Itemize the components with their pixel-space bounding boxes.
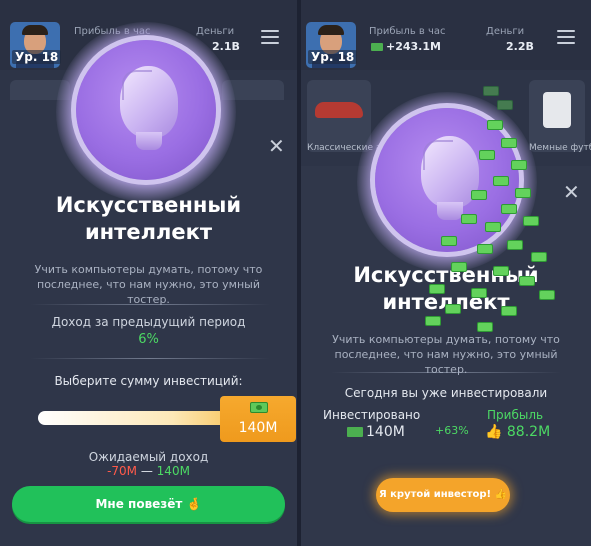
profit-per-hour-label: Прибыль в час (369, 26, 446, 37)
level-badge: Ур. 18 (308, 50, 358, 64)
menu-icon[interactable] (557, 30, 575, 44)
money-value: 2.1B (212, 40, 240, 53)
money-label: Деньги (486, 26, 525, 37)
modal-description: Учить компьютеры думать, потому что посл… (34, 263, 263, 306)
great-investor-button[interactable]: Я крутой инвестор! 👍 (376, 478, 510, 512)
menu-icon[interactable] (261, 30, 279, 44)
income-value: 6% (138, 332, 159, 347)
invested-today-label: Сегодня вы уже инвестировали (344, 386, 548, 400)
expected-income-range: -70M — 140M (0, 464, 297, 478)
invested-value: 140M (347, 424, 405, 440)
money-label: Деньги (196, 26, 235, 37)
profit-percent: +63% (435, 424, 469, 437)
left-screen: Ур. 18 Прибыль в час Деньги 2.1B ✕ Искус… (0, 0, 297, 546)
profit-per-hour-value: +243.1M (371, 40, 441, 53)
top-bar: Ур. 18 Прибыль в час +243.1M Деньги 2.2B (301, 0, 591, 70)
level-badge: Ур. 18 (12, 50, 62, 64)
expected-income-label: Ожидаемый доход (88, 450, 209, 464)
business-card-classic-cars[interactable] (307, 80, 371, 152)
cash-icon (347, 427, 363, 437)
ai-head-icon (76, 40, 216, 180)
range-dash: — (140, 464, 153, 478)
expected-low: -70M (107, 464, 138, 478)
investment-slider-handle[interactable]: 140M (220, 396, 296, 442)
income-label: Доход за предыдущий период (51, 315, 246, 329)
business-card-meme-tshirts[interactable] (529, 80, 585, 152)
invested-label: Инвестировано (323, 408, 421, 422)
profit-label: Прибыль (487, 408, 544, 422)
close-icon[interactable]: ✕ (563, 182, 580, 202)
expected-high: 140M (156, 464, 190, 478)
close-icon[interactable]: ✕ (268, 136, 285, 156)
profit-value-row: 👍 88.2M (485, 424, 551, 440)
money-value: 2.2B (506, 40, 534, 53)
right-screen: Ур. 18 Прибыль в час +243.1M Деньги 2.2B… (301, 0, 591, 546)
slider-value: 140M (238, 420, 278, 436)
card-label: Мемные футболки (529, 143, 591, 153)
divider (331, 372, 561, 373)
cash-icon (371, 43, 383, 51)
thumbs-up-icon: 👍 (485, 424, 503, 440)
lucky-invest-button[interactable]: Мне повезёт 🤞 (12, 486, 285, 522)
choose-amount-label: Выберите сумму инвестиций: (54, 374, 243, 388)
modal-description: Учить компьютеры думать, потому что посл… (332, 333, 560, 376)
cash-icon (250, 402, 268, 413)
divider (30, 304, 270, 305)
investment-slider-track[interactable] (38, 411, 230, 425)
divider (30, 358, 270, 359)
